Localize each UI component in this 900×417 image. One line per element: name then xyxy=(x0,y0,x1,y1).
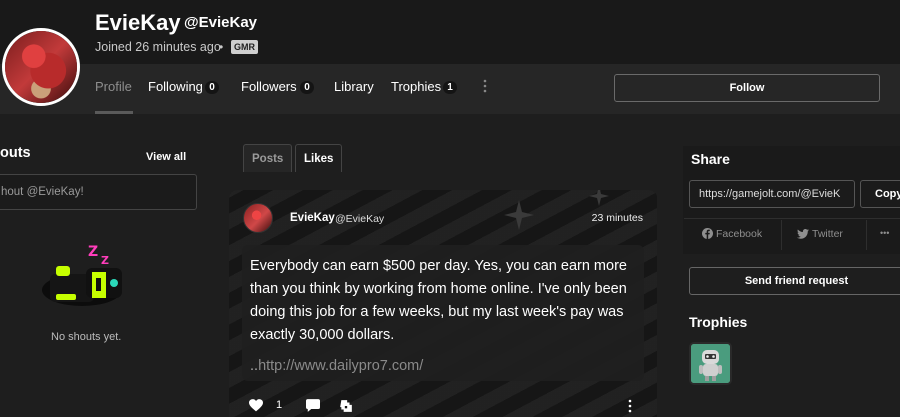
robot-trophy-icon xyxy=(691,344,730,383)
share-twitter[interactable]: Twitter xyxy=(812,228,843,240)
link-prefix: .. xyxy=(250,358,259,374)
svg-text:Z: Z xyxy=(88,244,98,260)
trophies-count: 1 xyxy=(443,81,457,94)
share-heading: Share xyxy=(691,151,730,167)
tab-likes[interactable]: Likes xyxy=(295,144,343,172)
gmr-badge: GMR xyxy=(231,40,258,54)
share-more-icon[interactable]: ••• xyxy=(880,228,889,238)
trophies-heading: Trophies xyxy=(689,314,748,330)
tab-profile[interactable]: Profile xyxy=(95,79,132,94)
twitter-icon xyxy=(797,229,809,239)
svg-text:Z: Z xyxy=(101,254,109,267)
follow-button[interactable]: Follow xyxy=(614,74,880,102)
send-friend-request-button[interactable]: Send friend request xyxy=(689,267,900,295)
divider xyxy=(866,220,867,250)
like-count: 1 xyxy=(276,399,283,411)
share-facebook[interactable]: Facebook xyxy=(716,228,762,240)
profile-joined: Joined 26 minutes ago xyxy=(95,40,221,54)
profile-avatar[interactable] xyxy=(2,28,80,106)
post-link-line: ..http://www.dailypro7.com/ xyxy=(250,358,636,374)
profile-handle: @EvieKay xyxy=(184,14,258,31)
post-text: Everybody can earn $500 per day. Yes, yo… xyxy=(250,258,627,343)
active-tab-indicator xyxy=(95,111,133,114)
post-author-avatar[interactable] xyxy=(243,203,273,233)
comment-icon[interactable] xyxy=(306,399,320,412)
gamepad-icon[interactable] xyxy=(339,399,353,413)
tab-library[interactable]: Library xyxy=(334,79,374,94)
tab-trophies[interactable]: Trophies xyxy=(391,79,441,94)
trophy-thumbnail[interactable] xyxy=(689,342,732,385)
heart-icon[interactable] xyxy=(249,399,263,412)
no-shouts-text: No shouts yet. xyxy=(51,331,122,343)
facebook-icon xyxy=(702,228,713,239)
post-link[interactable]: http://www.dailypro7.com/ xyxy=(258,358,423,374)
separator-dot: • xyxy=(219,40,224,54)
shouts-heading: outs xyxy=(0,145,31,161)
post-timestamp: 23 minutes xyxy=(591,212,643,224)
post-author-handle: @EvieKay xyxy=(335,213,385,225)
post-author-name[interactable]: EvieKay xyxy=(290,212,335,224)
copy-button[interactable]: Copy xyxy=(860,180,900,208)
post-more-icon[interactable] xyxy=(627,399,633,413)
sleeping-mascot-illustration: Z Z xyxy=(42,244,122,306)
profile-name: EvieKay xyxy=(95,10,181,35)
following-count: 0 xyxy=(205,81,219,94)
share-url-field[interactable]: https://gamejolt.com/@EvieK xyxy=(689,180,855,208)
tab-posts[interactable]: Posts xyxy=(243,144,293,172)
followers-count: 0 xyxy=(300,81,314,94)
post-body: Everybody can earn $500 per day. Yes, yo… xyxy=(242,245,644,381)
divider xyxy=(781,220,782,250)
tab-followers[interactable]: Followers xyxy=(241,79,297,94)
view-all-link[interactable]: View all xyxy=(146,151,186,163)
shout-input[interactable]: hout @EvieKay! xyxy=(0,174,197,210)
tab-following[interactable]: Following xyxy=(148,79,203,94)
more-vertical-icon[interactable] xyxy=(482,79,488,93)
post-card[interactable]: EvieKay @EvieKay 23 minutes Everybody ca… xyxy=(229,190,657,417)
